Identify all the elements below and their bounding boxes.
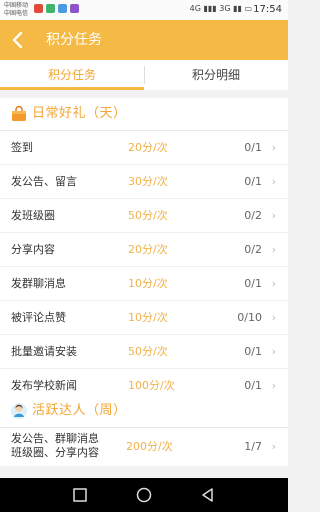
task-progress: 0/1 xyxy=(244,277,262,290)
task-progress: 0/1 xyxy=(244,175,262,188)
task-name: 发公告、群聊消息 班级圈、分享内容 xyxy=(11,432,99,460)
task-row[interactable]: 发群聊消息 10分/次 0/1 › xyxy=(0,266,288,300)
section-header-weekly: 活跃达人（周） xyxy=(0,395,288,427)
status-time: 17:54 xyxy=(253,4,282,15)
task-name: 签到 xyxy=(11,141,33,154)
weekly-task-row[interactable]: 发公告、群聊消息 班级圈、分享内容 200分/次 1/7 › xyxy=(0,427,288,466)
task-progress: 0/10 xyxy=(237,311,262,324)
carrier-2: 中国电信 xyxy=(4,10,29,17)
network-type: 4G xyxy=(189,4,201,13)
app-notification-icon xyxy=(34,4,43,13)
app-notification-icon xyxy=(46,4,55,13)
task-points: 50分/次 xyxy=(128,345,168,358)
tab-bar: 积分任务 积分明细 xyxy=(0,60,288,90)
gift-bag-icon xyxy=(12,106,26,121)
app-notification-icon xyxy=(70,4,79,13)
task-name: 被评论点赞 xyxy=(11,311,66,324)
chevron-right-icon: › xyxy=(271,440,276,453)
task-progress: 0/2 xyxy=(244,243,262,256)
task-points: 50分/次 xyxy=(128,209,168,222)
task-row[interactable]: 被评论点赞 10分/次 0/10 › xyxy=(0,300,288,334)
signal-indicators: 4G ▮▮▮ 3G ▮▮ ▭ xyxy=(190,4,252,13)
chevron-right-icon: › xyxy=(271,277,276,290)
task-row[interactable]: 批量邀请安装 50分/次 0/1 › xyxy=(0,334,288,368)
task-name-line1: 发公告、群聊消息 xyxy=(11,432,99,445)
task-row[interactable]: 发班级圈 50分/次 0/2 › xyxy=(0,198,288,232)
task-progress: 1/7 xyxy=(244,440,262,453)
task-progress: 0/2 xyxy=(244,209,262,222)
user-avatar-icon xyxy=(11,403,27,419)
task-name: 发班级圈 xyxy=(11,209,55,222)
task-progress: 0/1 xyxy=(244,141,262,154)
battery-icon: ▭ xyxy=(244,4,252,13)
recents-square-icon[interactable] xyxy=(72,487,88,503)
task-points: 30分/次 xyxy=(128,175,168,188)
status-bar: 中国移动 中国电信 4G ▮▮▮ 3G ▮▮ ▭ 17:54 xyxy=(0,0,288,20)
app-bar: 积分任务 xyxy=(0,20,288,60)
carrier-info: 中国移动 中国电信 xyxy=(4,2,28,18)
signal-icon: ▮▮▮ xyxy=(203,4,217,13)
section-header-daily: 日常好礼（天） xyxy=(0,98,288,130)
carrier-1: 中国移动 xyxy=(4,2,29,9)
task-points: 10分/次 xyxy=(128,277,168,290)
task-name-line2: 班级圈、分享内容 xyxy=(11,446,99,459)
task-progress: 0/1 xyxy=(244,345,262,358)
task-name: 批量邀请安装 xyxy=(11,345,77,358)
tab-points-details[interactable]: 积分明细 xyxy=(144,60,288,90)
system-nav-bar xyxy=(0,478,288,512)
chevron-right-icon: › xyxy=(271,175,276,188)
task-points: 20分/次 xyxy=(128,141,168,154)
task-name: 发公告、留言 xyxy=(11,175,77,188)
task-row[interactable]: 签到 20分/次 0/1 › xyxy=(0,130,288,164)
task-name: 分享内容 xyxy=(11,243,55,256)
task-row[interactable]: 分享内容 20分/次 0/2 › xyxy=(0,232,288,266)
back-arrow-icon[interactable] xyxy=(8,29,28,51)
section-title: 活跃达人（周） xyxy=(32,403,127,418)
daily-task-list: 签到 20分/次 0/1 › 发公告、留言 30分/次 0/1 › 发班级圈 5… xyxy=(0,130,288,402)
chevron-right-icon: › xyxy=(271,141,276,154)
tab-points-tasks[interactable]: 积分任务 xyxy=(0,60,144,90)
active-tab-indicator xyxy=(0,87,144,90)
chevron-right-icon: › xyxy=(271,311,276,324)
app-notification-icon xyxy=(58,4,67,13)
notification-icons xyxy=(34,4,79,13)
task-row[interactable]: 发公告、留言 30分/次 0/1 › xyxy=(0,164,288,198)
task-points: 10分/次 xyxy=(128,311,168,324)
chevron-right-icon: › xyxy=(271,345,276,358)
chevron-right-icon: › xyxy=(271,243,276,256)
task-points: 200分/次 xyxy=(126,440,173,453)
task-name: 发群聊消息 xyxy=(11,277,66,290)
home-circle-icon[interactable] xyxy=(136,487,152,503)
chevron-right-icon: › xyxy=(271,209,276,222)
task-points: 20分/次 xyxy=(128,243,168,256)
back-triangle-icon[interactable] xyxy=(200,487,216,503)
network-type-2: 3G xyxy=(219,4,231,13)
section-title: 日常好礼（天） xyxy=(32,106,127,121)
page-title: 积分任务 xyxy=(46,32,102,48)
signal-icon: ▮▮ xyxy=(233,4,242,13)
